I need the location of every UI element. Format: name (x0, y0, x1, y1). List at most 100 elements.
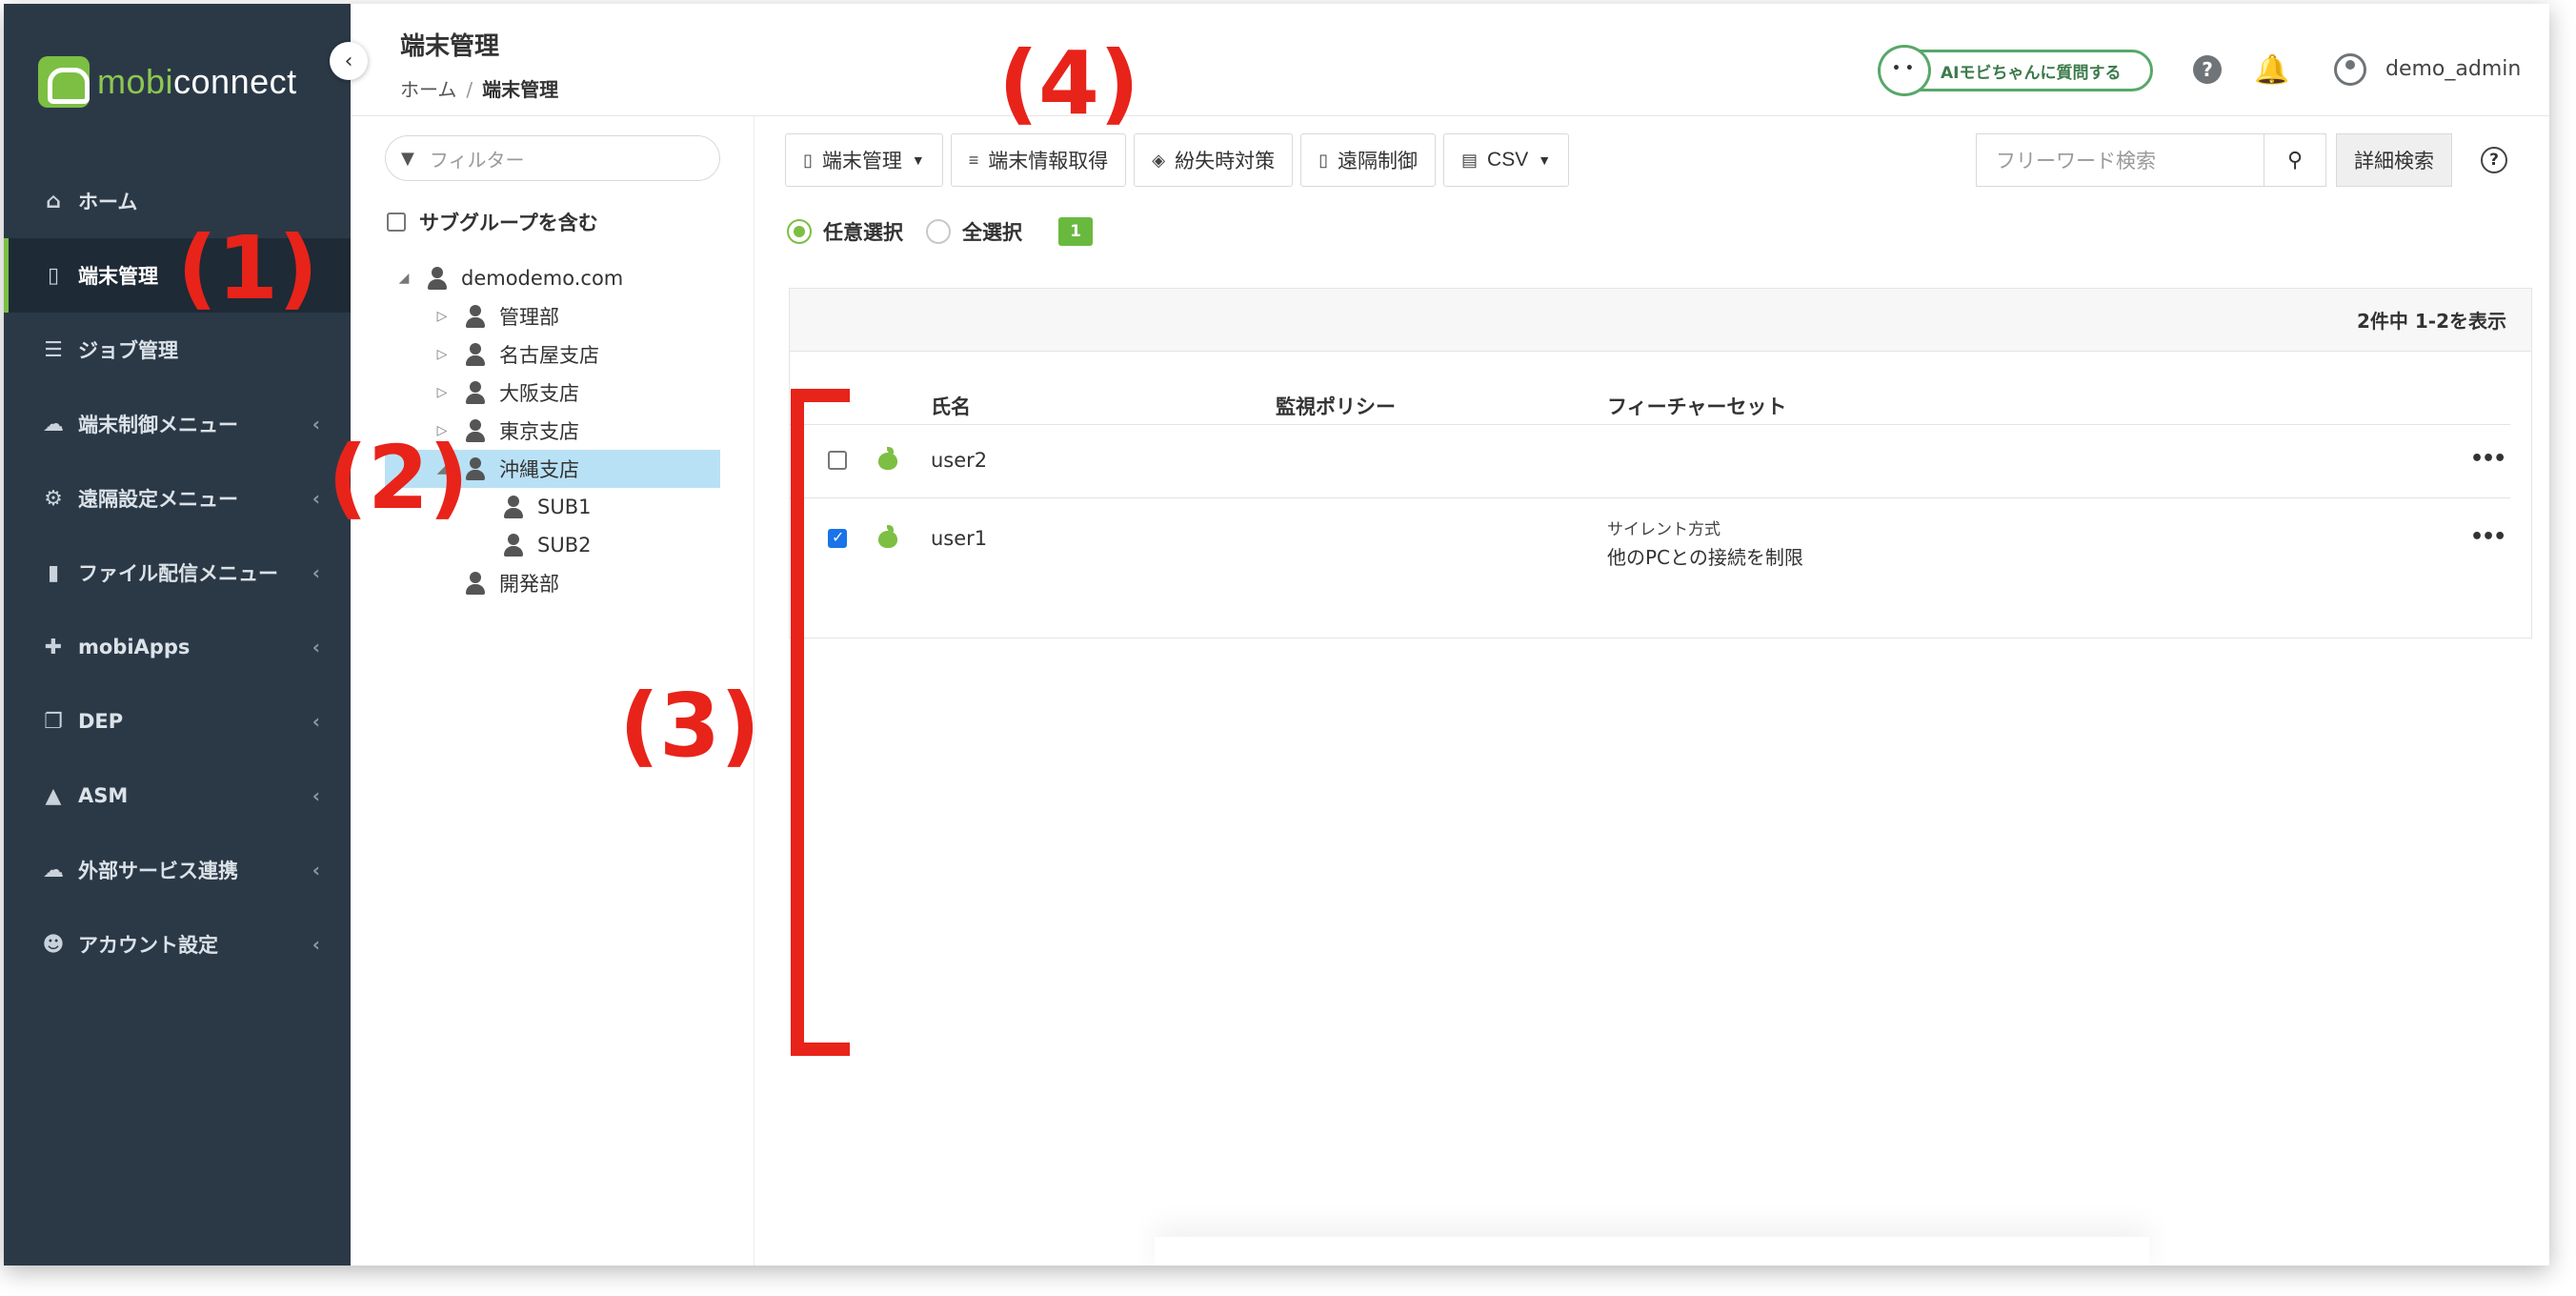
search-icon[interactable]: ⚲ (2264, 134, 2325, 186)
tree-node[interactable]: ▷ 管理部 (351, 297, 754, 335)
annotation-4: (4) (998, 32, 1140, 134)
annotation-bracket (791, 389, 850, 1056)
user-avatar-icon[interactable] (2334, 53, 2366, 86)
logo-text: mobiconnect (97, 62, 297, 101)
radio-any-label: 任意選択 (823, 221, 903, 244)
column-header-featureset[interactable]: フィーチャーセット (1607, 392, 1786, 420)
tree-node[interactable]: ▷ 名古屋支店 (351, 335, 754, 374)
table-row[interactable]: user2 ••• (790, 424, 2510, 498)
freeword-search-input[interactable]: フリーワード検索 (1977, 134, 2264, 186)
sidebar-item-external-services[interactable]: ☁ 外部サービス連携 ‹ (4, 833, 351, 907)
tree-node-label: 開発部 (499, 573, 559, 596)
cloud-icon: ☁ (43, 412, 64, 436)
cloud-service-icon: ☁ (43, 858, 64, 882)
include-subgroups-checkbox[interactable]: サブグループを含む (387, 208, 598, 236)
tree-toggle-collapsed-icon[interactable]: ▷ (433, 347, 452, 362)
user-name[interactable]: demo_admin (2385, 57, 2521, 81)
help-icon[interactable]: ? (2481, 147, 2507, 173)
annotation-2: (2) (328, 427, 470, 529)
sidebar-item-label: ファイル配信メニュー (78, 562, 278, 585)
radio-all-label: 全選択 (962, 221, 1022, 244)
row-menu-icon[interactable]: ••• (2470, 447, 2506, 471)
tree-toggle-collapsed-icon[interactable]: ▷ (433, 385, 452, 400)
chevron-left-icon: ‹ (312, 859, 320, 881)
page-header: 端末管理 ホーム / 端末管理 AIモビちゃんに質問する ? 🔔 demo_admi… (351, 4, 2549, 116)
page-title: 端末管理 (400, 32, 500, 61)
breadcrumb: ホーム / 端末管理 (400, 74, 558, 102)
tree-node[interactable]: SUB2 (351, 526, 754, 564)
tree-node-label: 名古屋支店 (499, 344, 599, 367)
featureset-mode: サイレント方式 (1607, 520, 1721, 539)
chevron-left-icon: ‹ (312, 561, 320, 584)
person-icon (465, 381, 486, 404)
checkbox-icon[interactable] (387, 213, 406, 232)
tree-toggle-expanded-icon[interactable]: ◢ (394, 271, 413, 286)
button-label: 遠隔制御 (1338, 151, 1419, 172)
radio-any-select[interactable] (787, 219, 812, 244)
include-subgroups-label: サブグループを含む (419, 212, 598, 234)
file-icon: ▮ (47, 560, 60, 585)
sidebar-item-label: ASM (78, 784, 129, 807)
app-window: mobiconnect ⌂ ホーム ▯ 端末管理 ☰ ジョブ管理 ☁ 端末制御メニュー ‹… (4, 4, 2549, 1266)
sidebar-item-remote-settings[interactable]: ⚙ 遠隔設定メニュー ‹ (4, 461, 351, 536)
device-icon: ▯ (47, 263, 60, 288)
sidebar-item-label: アカウント設定 (78, 934, 218, 957)
tree-node-label: 大阪支店 (499, 382, 579, 405)
device-management-dropdown[interactable]: ▯ 端末管理 ▼ (785, 133, 943, 187)
column-header-policy[interactable]: 監視ポリシー (1276, 392, 1396, 420)
sidebar-item-jobs[interactable]: ☰ ジョブ管理 (4, 313, 351, 387)
logo[interactable]: mobiconnect (38, 53, 297, 111)
csv-icon: ▤ (1461, 150, 1479, 170)
person-icon (465, 572, 486, 595)
row-menu-icon[interactable]: ••• (2470, 525, 2506, 549)
tree-node-label: SUB1 (537, 496, 592, 518)
toolbar: ▯ 端末管理 ▼ ≡ 端末情報取得 ◈ 紛失時対策 ▯ 遠隔制御 ▤ CSV ▼ (785, 133, 1570, 187)
sidebar-item-device-control[interactable]: ☁ 端末制御メニュー ‹ (4, 387, 351, 461)
sidebar-item-account-settings[interactable]: ☻ アカウント設定 ‹ (4, 907, 351, 982)
database-icon: ≡ (968, 150, 979, 170)
chevron-left-icon: ‹ (312, 933, 320, 956)
column-header-name[interactable]: 氏名 (931, 392, 971, 420)
users-icon: ☻ (42, 932, 65, 957)
sidebar-item-mobiapps[interactable]: ✚ mobiApps ‹ (4, 610, 351, 684)
sidebar-item-dep[interactable]: ❐ DEP ‹ (4, 684, 351, 759)
table-row[interactable]: user1 サイレント方式 他のPCとの接続を制限 ••• (790, 498, 2510, 584)
row-user-name[interactable]: user1 (931, 527, 987, 550)
chevron-left-icon: ‹ (312, 784, 320, 807)
chevron-left-icon: ‹ (344, 49, 353, 73)
tree-node[interactable]: 開発部 (351, 564, 754, 602)
help-icon[interactable]: ? (2193, 55, 2222, 84)
collapse-sidebar-button[interactable]: ‹ (330, 42, 368, 80)
loss-countermeasure-button[interactable]: ◈ 紛失時対策 (1134, 133, 1294, 187)
annotation-3: (3) (619, 675, 761, 777)
tree-node-root[interactable]: ◢ demodemo.com (351, 259, 754, 297)
sidebar-item-label: 端末管理 (78, 265, 158, 288)
home-icon: ⌂ (46, 189, 61, 213)
device-table: 2件中 1-2を表示 氏名 監視ポリシー フィーチャーセット user2 •••… (789, 288, 2532, 638)
bell-icon[interactable]: 🔔 (2254, 53, 2289, 87)
chevron-left-icon: ‹ (312, 636, 320, 658)
sidebar-item-label: 端末制御メニュー (78, 414, 238, 436)
radio-select-all[interactable] (926, 219, 951, 244)
tree-filter-input[interactable]: ▼ フィルター (385, 135, 720, 181)
tree-node-label: demodemo.com (461, 267, 624, 290)
sidebar-item-file-delivery[interactable]: ▮ ファイル配信メニュー ‹ (4, 536, 351, 610)
apple-icon (877, 525, 898, 548)
sidebar-item-asm[interactable]: ▲ ASM ‹ (4, 759, 351, 833)
breadcrumb-home[interactable]: ホーム (400, 78, 456, 101)
row-user-name[interactable]: user2 (931, 449, 987, 472)
featureset-description: 他のPCとの接続を制限 (1607, 546, 1803, 569)
sidebar-item-label: DEP (78, 710, 124, 733)
advanced-search-button[interactable]: 詳細検索 (2336, 133, 2452, 187)
mobile-icon: ▯ (803, 150, 813, 170)
sidebar: mobiconnect ⌂ ホーム ▯ 端末管理 ☰ ジョブ管理 ☁ 端末制御メニュー ‹… (4, 4, 351, 1266)
tree-toggle-collapsed-icon[interactable]: ▷ (433, 309, 452, 324)
ai-assistant-button[interactable]: AIモビちゃんに質問する (1878, 45, 2153, 96)
tree-node-label: 沖縄支店 (499, 458, 579, 481)
freeword-search: フリーワード検索 ⚲ (1976, 133, 2326, 187)
caret-down-icon: ▼ (911, 152, 925, 168)
tree-node[interactable]: ▷ 大阪支店 (351, 374, 754, 412)
csv-dropdown[interactable]: ▤ CSV ▼ (1443, 133, 1570, 187)
fetch-device-info-button[interactable]: ≡ 端末情報取得 (950, 133, 1127, 187)
remote-control-button[interactable]: ▯ 遠隔制御 (1300, 133, 1437, 187)
